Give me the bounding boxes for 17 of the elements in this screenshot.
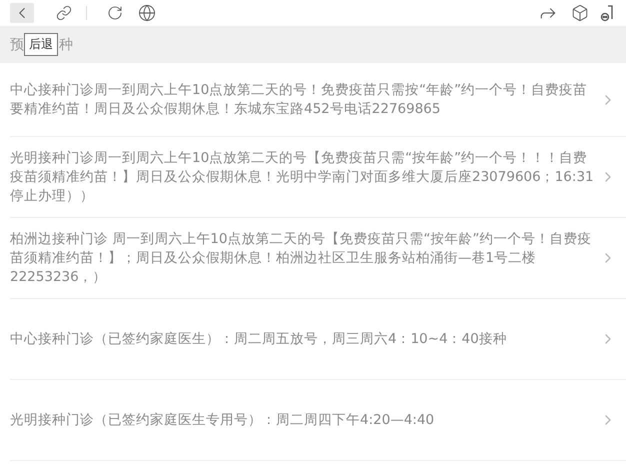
item-text: 中心接种门诊周一到周六上午10点放第二天的号！免费疫苗只需按“年龄”约一个号！自费疫苗要精准约苗！周日及公众假期休息！东城东宝路452号电话22769865 [10,80,588,118]
item-text: 光明接种门诊（已签约家庭医生专用号）：周二周四下午4:20—4:40 [10,410,436,430]
refresh-icon [107,5,123,21]
tooltip: 后退 [24,33,58,56]
item-text: 光明接种门诊周一到周六上午10点放第二天的号【免费疫苗只需“按年龄”约一个号！！！自费疫苗须精准约苗！】周日及公众假期休息！光明中学南门对面多维大厦后座23079606；16:31停止办理）） [10,148,595,206]
section-title: 预 [10,36,24,54]
list-item[interactable]: 中心接种门诊（已签约家庭医生）：周二周五放号，周三周六4：10~4：40接种 [10,299,626,380]
item-text: 中心接种门诊（已签约家庭医生）：周二周五放号，周三周六4：10~4：40接种 [10,330,508,348]
item-text: 柏洲边接种门诊 周一到周六上午10点放第二天的号【免费疫苗只需“按年龄”约一个号！自费疫苗须精准约苗！】；周日及公众假期休息！柏洲边社区卫生服务站柏涌街—巷1号二楼22253236，） [10,230,592,286]
list-item[interactable]: 光明接种门诊周一到周六上午10点放第二天的号【免费疫苗只需“按年龄”约一个号！！！自费疫苗须精准约苗！】周日及公众假期休息！光明中学南门对面多维大厦后座23079606；16:31停止办理）） [10,137,626,218]
list-item[interactable]: 中心接种门诊周一到周六上午10点放第二天的号！免费疫苗只需按“年龄”约一个号！自费疫苗要精准约苗！周日及公众假期休息！东城东宝路452号电话22769865 [10,63,626,137]
cube-icon [571,4,589,22]
list-item[interactable]: 光明接种门诊（已签约家庭医生专用号）：周二周四下午4:20—4:40 [10,380,626,461]
globe-icon [138,4,156,22]
section-title: 种 [59,36,73,54]
list-item[interactable]: 柏洲边接种门诊 周一到周六上午10点放第二天的号【免费疫苗只需“按年龄”约一个号！自费疫苗须精准约苗！】；周日及公众假期休息！柏洲边社区卫生服务站柏涌街—巷1号二楼22253236，） [10,218,626,299]
link-icon [56,5,72,21]
